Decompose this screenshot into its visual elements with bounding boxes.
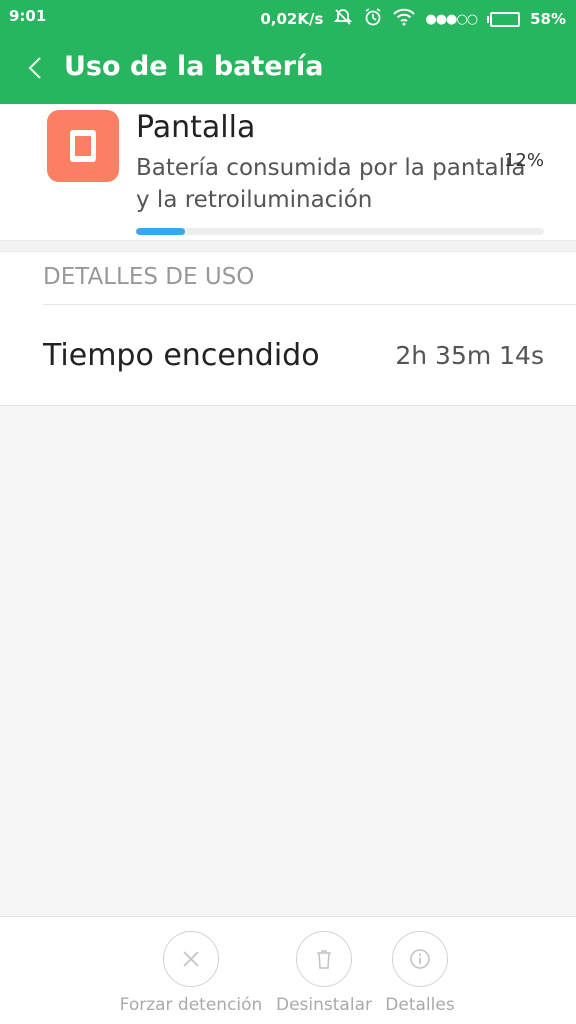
uninstall-button[interactable]: Desinstalar (274, 931, 374, 1015)
app-description: Batería consumida por la pantalla y la r… (136, 155, 526, 213)
battery-percent: 58% (530, 10, 566, 28)
info-icon (392, 931, 448, 987)
tablet-icon (47, 110, 119, 182)
app-usage-card: Pantalla Batería consumida por la pantal… (0, 104, 576, 240)
back-button[interactable] (20, 52, 50, 84)
app-name: Pantalla (136, 110, 256, 145)
signal-icon: ●●●○○ (425, 11, 478, 27)
status-time: 9:01 (9, 7, 47, 25)
force-stop-label: Forzar detención (119, 995, 263, 1015)
detail-row-value: 2h 35m 14s (395, 341, 544, 370)
usage-details-section: DETALLES DE USO Tiempo encendido 2h 35m … (0, 252, 576, 406)
divider (43, 304, 576, 305)
force-stop-button[interactable]: Forzar detención (118, 931, 264, 1015)
status-icons: 0,02K/s ●●●○○ 58% (260, 7, 566, 31)
details-label: Detalles (385, 995, 455, 1015)
close-icon (163, 931, 219, 987)
trash-icon (296, 931, 352, 987)
detail-row-label: Tiempo encendido (43, 338, 320, 373)
chevron-left-icon (28, 57, 41, 79)
details-button[interactable]: Detalles (383, 931, 457, 1015)
uninstall-label: Desinstalar (276, 995, 372, 1015)
wifi-icon (393, 8, 416, 30)
section-divider (0, 240, 576, 252)
alarm-icon (363, 7, 383, 31)
app-bar: Uso de la batería (0, 32, 576, 104)
usage-progress-track (136, 228, 544, 235)
mute-icon (333, 7, 353, 31)
status-bar: 9:01 0,02K/s ●●●○○ 58% (0, 0, 576, 32)
battery-icon (487, 11, 521, 27)
usage-percent: 12% (503, 150, 544, 171)
network-speed: 0,02K/s (260, 10, 324, 28)
usage-progress-bar (136, 228, 185, 235)
page-title: Uso de la batería (64, 51, 324, 82)
bottom-action-bar: Forzar detención Desinstalar Detalles (0, 916, 576, 1024)
section-header: DETALLES DE USO (43, 264, 255, 290)
